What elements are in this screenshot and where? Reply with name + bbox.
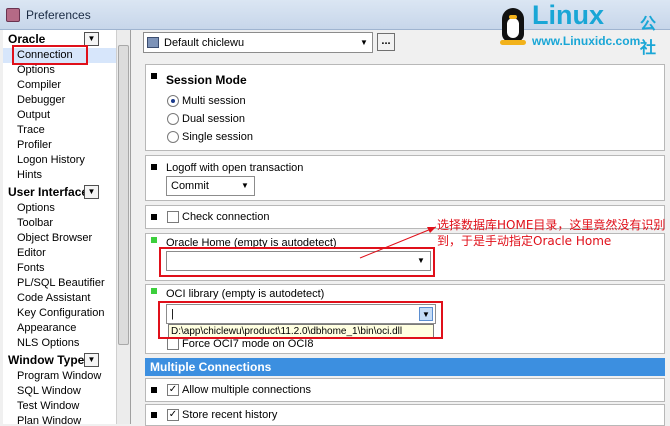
watermark-url: www.Linuxidc.com xyxy=(532,34,641,48)
tree-scrollbar[interactable] xyxy=(116,30,130,424)
radio-label: Single session xyxy=(182,131,253,143)
tree-item-program-window[interactable]: Program Window xyxy=(3,369,117,384)
tree-item-key-configuration[interactable]: Key Configuration xyxy=(3,306,117,321)
section-marker xyxy=(151,164,157,170)
chevron-down-icon[interactable]: ▼ xyxy=(356,33,372,52)
allow-multiple-checkbox[interactable]: ✓ xyxy=(167,384,179,396)
tree-item-options[interactable]: Options xyxy=(3,63,117,78)
group-label: User Interface xyxy=(8,185,89,199)
logoff-select[interactable]: Commit ▼ xyxy=(166,176,255,196)
radio-label: Multi session xyxy=(182,95,246,107)
tree-item-compiler[interactable]: Compiler xyxy=(3,78,117,93)
radio-multi-session[interactable] xyxy=(167,95,179,107)
oci-library-highlight-box xyxy=(158,301,443,339)
watermark-brand: Linux xyxy=(532,0,604,30)
force-oci7-label: Force OCI7 mode on OCI8 xyxy=(182,338,314,350)
scrollbar-thumb[interactable] xyxy=(118,45,129,345)
logoff-value: Commit xyxy=(171,180,209,192)
connection-highlight-box xyxy=(12,45,88,65)
profile-select[interactable]: Default chiclewu ▼ xyxy=(143,32,373,53)
session-mode-title: Session Mode xyxy=(166,73,247,87)
tree-item-object-browser[interactable]: Object Browser xyxy=(3,231,117,246)
tree-item-ui-options[interactable]: Options xyxy=(3,201,117,216)
tree-item-sql-window[interactable]: SQL Window xyxy=(3,384,117,399)
recent-history-label: Store recent history xyxy=(182,409,278,421)
profile-value: Default chiclewu xyxy=(164,37,245,49)
profile-ellipsis-button[interactable]: ... xyxy=(377,33,395,51)
tree-item-debugger[interactable]: Debugger xyxy=(3,93,117,108)
section-marker xyxy=(151,387,157,393)
tree-item-editor[interactable]: Editor xyxy=(3,246,117,261)
tree-item-nls-options[interactable]: NLS Options xyxy=(3,336,117,351)
section-marker xyxy=(151,73,157,79)
window-title: Preferences xyxy=(26,8,91,22)
tree-item-plsql-beautifier[interactable]: PL/SQL Beautifier xyxy=(3,276,117,291)
section-marker xyxy=(151,237,157,243)
section-marker xyxy=(151,412,157,418)
group-label: Oracle xyxy=(8,32,46,46)
chevron-down-icon[interactable]: ▼ xyxy=(238,179,252,193)
recent-history-section: ✓ Store recent history xyxy=(145,404,665,426)
tree-item-logon-history[interactable]: Logon History xyxy=(3,153,117,168)
watermark-brand-cn: 公社 xyxy=(640,16,657,57)
radio-single-session[interactable] xyxy=(167,131,179,143)
tree-item-test-window[interactable]: Test Window xyxy=(3,399,117,414)
app-icon xyxy=(6,8,20,22)
penguin-icon xyxy=(500,2,526,46)
logoff-label: Logoff with open transaction xyxy=(166,162,304,174)
oci-library-label: OCI library (empty is autodetect) xyxy=(166,288,325,300)
group-window-types[interactable]: Window Types ▼ xyxy=(3,352,117,369)
check-connection-label: Check connection xyxy=(182,211,270,223)
force-oci7-checkbox[interactable] xyxy=(167,338,179,350)
radio-label: Dual session xyxy=(182,113,245,125)
radio-dual-session[interactable] xyxy=(167,113,179,125)
collapse-icon[interactable]: ▼ xyxy=(84,185,99,199)
annotation-note: 选择数据库HOME目录，这里竟然没有识别到，于是手动指定Oracle Home xyxy=(437,218,666,248)
profile-icon xyxy=(147,37,159,48)
logoff-section: Logoff with open transaction Commit ▼ xyxy=(145,155,665,201)
section-marker xyxy=(151,214,157,220)
section-marker xyxy=(151,288,157,294)
tree-item-fonts[interactable]: Fonts xyxy=(3,261,117,276)
tree-item-profiler[interactable]: Profiler xyxy=(3,138,117,153)
preferences-tree[interactable]: Oracle ▼ Connection Options Compiler Deb… xyxy=(3,30,131,424)
tree-item-code-assistant[interactable]: Code Assistant xyxy=(3,291,117,306)
tree-item-output[interactable]: Output xyxy=(3,108,117,123)
collapse-icon[interactable]: ▼ xyxy=(84,353,99,367)
collapse-icon[interactable]: ▼ xyxy=(84,32,99,46)
group-user-interface[interactable]: User Interface ▼ xyxy=(3,184,117,201)
allow-multiple-section: ✓ Allow multiple connections xyxy=(145,378,665,402)
tree-item-plan-window[interactable]: Plan Window xyxy=(3,414,117,424)
oracle-home-highlight-box xyxy=(159,247,435,277)
session-mode-section: Session Mode Multi session Dual session … xyxy=(145,64,665,151)
tree-item-toolbar[interactable]: Toolbar xyxy=(3,216,117,231)
tree-item-hints[interactable]: Hints xyxy=(3,168,117,183)
tree-item-trace[interactable]: Trace xyxy=(3,123,117,138)
check-connection-checkbox[interactable] xyxy=(167,211,179,223)
multiple-connections-header: Multiple Connections xyxy=(145,358,665,376)
allow-multiple-label: Allow multiple connections xyxy=(182,384,312,396)
recent-history-checkbox[interactable]: ✓ xyxy=(167,409,179,421)
watermark-logo: Linux 公社 www.Linuxidc.com xyxy=(500,0,670,57)
tree-item-appearance[interactable]: Appearance xyxy=(3,321,117,336)
group-label: Window Types xyxy=(8,353,92,367)
